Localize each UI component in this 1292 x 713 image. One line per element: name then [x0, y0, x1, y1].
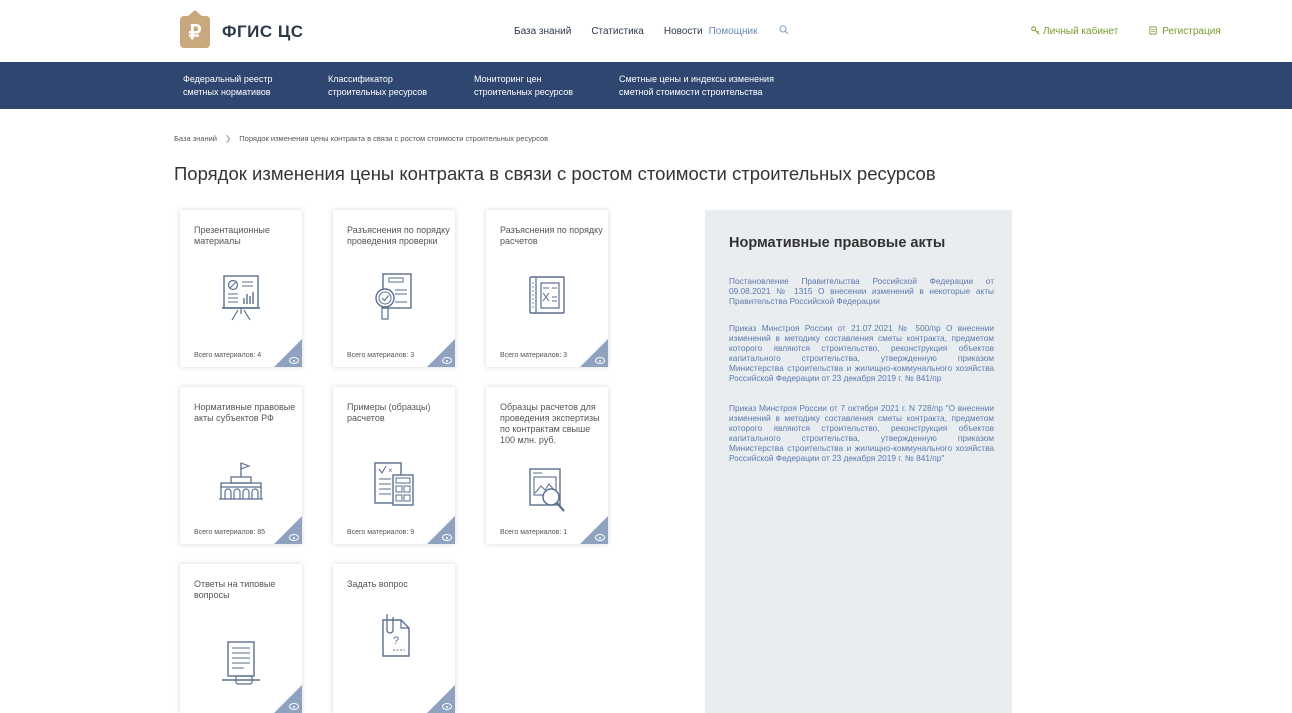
nav-news[interactable]: Новости: [664, 26, 703, 38]
card-count: Всего материалов: 85: [194, 529, 266, 536]
breadcrumb: База знаний ❯ Порядок изменения цены кон…: [174, 134, 548, 143]
breadcrumb-root[interactable]: База знаний: [174, 134, 217, 143]
card-corner: [580, 339, 608, 367]
card-count: Всего материалов: 1: [500, 529, 568, 536]
register-link[interactable]: Регистрация: [1149, 26, 1221, 37]
nav-estimate-prices-line1: Сметные цены и индексы изменения: [619, 74, 774, 84]
eye-icon[interactable]: [595, 534, 605, 541]
eye-icon[interactable]: [289, 357, 299, 364]
card-count: Всего материалов: 3: [347, 352, 415, 359]
card-faq[interactable]: Ответы на типовые вопросы: [180, 564, 302, 713]
search-icon[interactable]: [779, 25, 789, 38]
card-corner: [427, 339, 455, 367]
svg-text:?: ?: [393, 635, 399, 647]
eye-icon[interactable]: [442, 534, 452, 541]
nav-helper[interactable]: Помощник: [709, 26, 758, 38]
top-nav: База знаний Статистика Новости Помощник: [514, 25, 809, 38]
card-title: Разъяснения по порядку проведения провер…: [347, 225, 450, 246]
nav-knowledge-base[interactable]: База знаний: [514, 26, 571, 38]
answers-document-icon: [222, 641, 260, 685]
nav-price-monitoring-line2: строительных ресурсов: [474, 87, 574, 97]
nav-federal-registry-line2: сметных нормативов: [183, 87, 271, 97]
eye-icon[interactable]: [442, 357, 452, 364]
breadcrumb-current: Порядок изменения цены контракта в связи…: [239, 134, 549, 143]
card-calculation-explanations[interactable]: Разъяснения по порядку расчетов Всего ма…: [486, 210, 608, 367]
card-corner: [274, 339, 302, 367]
card-title: Разъяснения по порядку расчетов: [500, 225, 603, 246]
logo-text: ФГИС ЦС: [222, 22, 304, 41]
page-title: Порядок изменения цены контракта в связи…: [174, 163, 936, 184]
calculation-book-icon: [529, 276, 565, 314]
main-nav-band: Федеральный реестр сметных нормативов Кл…: [0, 62, 1292, 109]
card-calculation-examples[interactable]: Примеры (образцы) расчетов × Всего матер…: [333, 387, 455, 544]
eye-icon[interactable]: [289, 703, 299, 710]
card-corner: [274, 516, 302, 544]
card-expertise-samples[interactable]: Образцы расчетов для проведения эксперти…: [486, 387, 608, 544]
nav-estimate-prices[interactable]: Сметные цены и индексы изменения сметной…: [619, 73, 774, 99]
account-links: Личный кабинет Регистрация: [1031, 26, 1221, 37]
card-presentations[interactable]: Презентационные материалы Всего материал…: [180, 210, 302, 367]
nav-estimate-prices-line2: сметной стоимости строительства: [619, 87, 763, 97]
document-check-icon: [375, 273, 412, 320]
key-icon: [1031, 26, 1040, 35]
legal-act-link[interactable]: Приказ Минстроя России от 7 октября 2021…: [729, 403, 994, 463]
card-count: Всего материалов: 9: [347, 529, 415, 536]
register-label: Регистрация: [1162, 26, 1221, 37]
account-label: Личный кабинет: [1043, 26, 1119, 37]
calculator-document-icon: ×: [374, 462, 414, 506]
card-title: Задать вопрос: [347, 579, 408, 589]
chevron-right-icon: ❯: [224, 134, 232, 143]
card-regional-acts[interactable]: Нормативные правовые акты субъектов РФ В…: [180, 387, 302, 544]
legal-act-link[interactable]: Постановление Правительства Российской Ф…: [729, 276, 994, 306]
legal-act-link[interactable]: Приказ Минстроя России от 21.07.2021 № 5…: [729, 323, 994, 383]
card-title: Презентационные материалы: [194, 225, 270, 246]
nav-classifier-line2: строительных ресурсов: [328, 87, 428, 97]
card-count: Всего материалов: 4: [194, 352, 262, 359]
legal-acts-panel: Нормативные правовые акты Постановление …: [705, 210, 1012, 713]
card-title: Примеры (образцы) расчетов: [347, 402, 431, 423]
card-corner: [427, 516, 455, 544]
nav-federal-registry-line1: Федеральный реестр: [183, 74, 273, 84]
eye-icon[interactable]: [595, 357, 605, 364]
eye-icon[interactable]: [442, 703, 452, 710]
card-inspection-explanations[interactable]: Разъяснения по порядку проведения провер…: [333, 210, 455, 367]
nav-price-monitoring-line1: Мониторинг цен: [474, 74, 542, 84]
logo[interactable]: ₽ ФГИС ЦС: [180, 10, 304, 48]
card-corner: [274, 685, 302, 713]
nav-federal-registry[interactable]: Федеральный реестр сметных нормативов: [183, 73, 272, 99]
ruble-logo-icon: ₽: [180, 10, 210, 48]
magnifier-document-icon: [529, 468, 565, 512]
svg-text:×: ×: [388, 466, 393, 475]
card-corner: [580, 516, 608, 544]
card-count: Всего материалов: 3: [500, 352, 568, 359]
presentation-board-icon: [222, 275, 260, 321]
account-link[interactable]: Личный кабинет: [1031, 26, 1118, 37]
government-building-icon: [219, 462, 263, 500]
nav-classifier[interactable]: Классификатор строительных ресурсов: [328, 73, 427, 99]
site-header: ₽ ФГИС ЦС База знаний Статистика Новости…: [0, 0, 1292, 62]
legal-acts-list: Постановление Правительства Российской Ф…: [729, 276, 994, 483]
panel-title: Нормативные правовые акты: [729, 235, 946, 251]
card-ask-question[interactable]: Задать вопрос ?: [333, 564, 455, 713]
nav-price-monitoring[interactable]: Мониторинг цен строительных ресурсов: [474, 73, 573, 99]
question-document-icon: ?: [382, 614, 410, 657]
card-corner: [427, 685, 455, 713]
register-icon: [1149, 26, 1157, 35]
card-title: Нормативные правовые акты субъектов РФ: [194, 402, 296, 423]
nav-statistics[interactable]: Статистика: [591, 26, 644, 38]
card-title: Образцы расчетов для проведения эксперти…: [500, 402, 600, 445]
nav-classifier-line1: Классификатор: [328, 74, 393, 84]
card-title: Ответы на типовые вопросы: [194, 579, 276, 600]
eye-icon[interactable]: [289, 534, 299, 541]
